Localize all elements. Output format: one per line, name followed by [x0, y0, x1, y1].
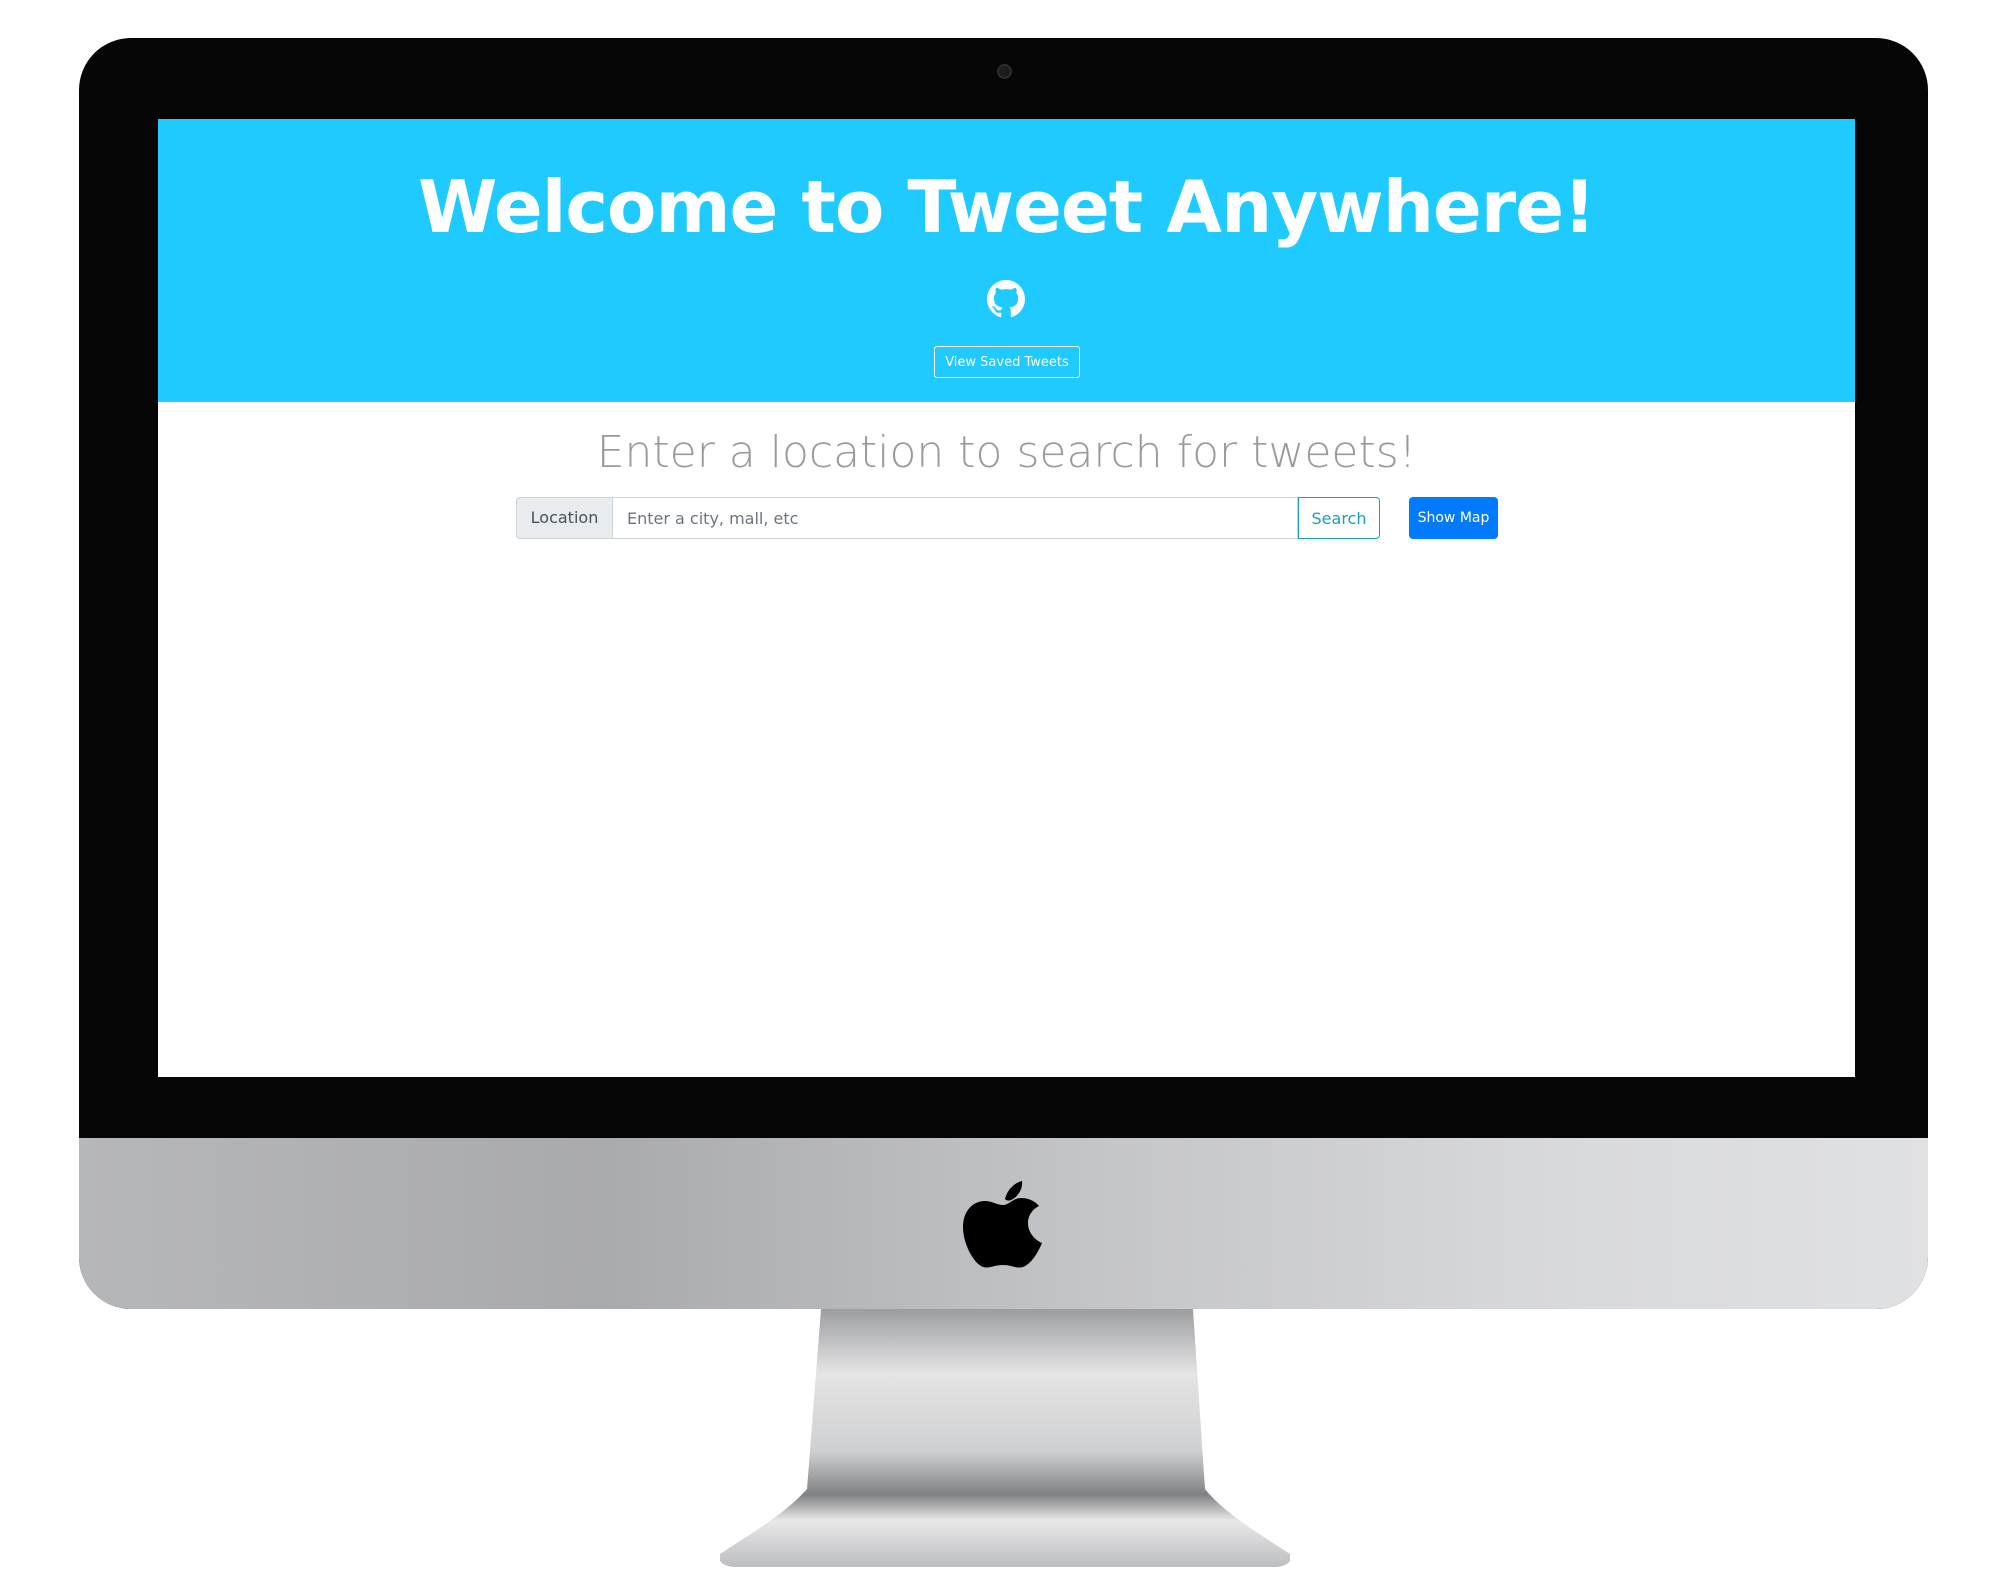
- location-prefix-label: Location: [516, 497, 612, 539]
- hero-banner: Welcome to Tweet Anywhere! View Saved Tw…: [158, 119, 1855, 402]
- github-icon: [987, 280, 1025, 318]
- apple-logo-icon: [963, 1181, 1042, 1268]
- show-map-button[interactable]: Show Map: [1409, 497, 1498, 539]
- location-search-group: Location Search: [516, 497, 1380, 539]
- monitor-stand: [720, 1309, 1290, 1567]
- location-input[interactable]: [612, 497, 1298, 539]
- search-heading: Enter a location to search for tweets!: [596, 427, 1417, 478]
- search-button[interactable]: Search: [1298, 497, 1380, 539]
- page-title: Welcome to Tweet Anywhere!: [418, 165, 1596, 249]
- view-saved-tweets-button[interactable]: View Saved Tweets: [934, 346, 1080, 378]
- github-link[interactable]: [987, 280, 1025, 318]
- browser-viewport: Welcome to Tweet Anywhere! View Saved Tw…: [158, 119, 1855, 1077]
- camera-icon: [997, 64, 1012, 79]
